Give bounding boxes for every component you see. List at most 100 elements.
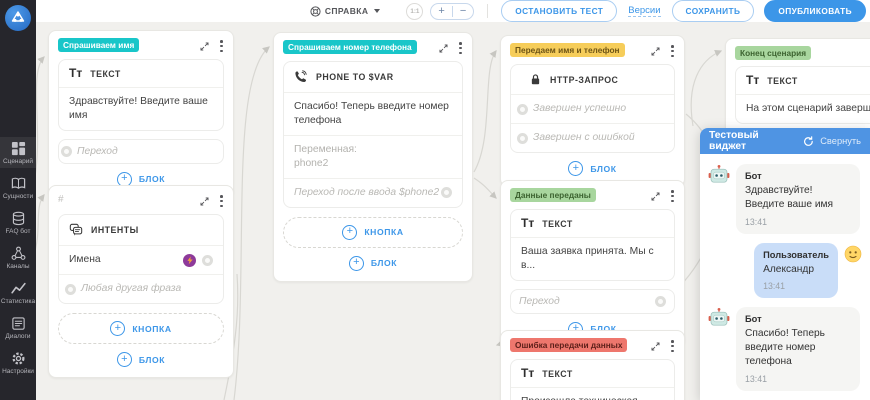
stop-test-button[interactable]: ОСТАНОВИТЬ ТЕСТ <box>501 0 617 22</box>
plus-icon <box>117 352 132 367</box>
card-type-label: ТЕКСТ <box>90 69 121 79</box>
app-logo[interactable] <box>5 5 31 31</box>
kebab-menu-icon[interactable] <box>670 339 675 353</box>
bot-message: Бот Здравствуйте! Введите ваше имя 13:41 <box>708 164 862 234</box>
message-author: Бот <box>745 171 851 181</box>
sidebar-item-settings[interactable]: Настройки <box>0 347 36 378</box>
transition-placeholder: Переход <box>519 296 560 307</box>
block-title-tag[interactable]: Конец сценария <box>735 46 811 60</box>
transition-placeholder: Переход после ввода $phone2 <box>294 186 439 200</box>
transition-port[interactable] <box>441 187 452 198</box>
zoom-in-button[interactable]: + <box>431 6 451 17</box>
result-error-row[interactable]: Завершен с ошибкой <box>511 123 674 152</box>
transition-placeholder: Переход <box>77 146 118 157</box>
sidebar-item-entities[interactable]: Сущности <box>0 172 36 203</box>
collapse-widget-link[interactable]: Свернуть <box>820 136 861 146</box>
text-type-icon: Тт <box>521 218 534 229</box>
sidebar-item-label: Статистика <box>1 298 35 305</box>
sidebar: Сценарий Сущности FAQ бот Каналы Статист… <box>0 0 36 400</box>
block-title-placeholder[interactable]: # <box>58 193 64 205</box>
block-title-tag[interactable]: Ошибка передачи данных <box>510 338 627 352</box>
block-intents[interactable]: # ИНТЕНТЫ Имена Любая другая фраза <box>48 185 234 378</box>
sidebar-item-statistics[interactable]: Статистика <box>0 277 36 308</box>
block-ask-name[interactable]: Спрашиваем имя Тт ТЕКСТ Здравствуйте! Вве… <box>48 30 234 198</box>
help-icon <box>310 6 321 17</box>
kebab-menu-icon[interactable] <box>670 44 675 58</box>
transition-input[interactable]: Переход <box>58 139 224 164</box>
block-title-tag[interactable]: Спрашиваем имя <box>58 38 139 52</box>
channels-nodes-icon <box>11 246 26 261</box>
message-text[interactable]: Ваша заявка принята. Мы с в... <box>511 237 674 280</box>
publish-button[interactable]: ОПУБЛИКОВАТЬ <box>764 0 866 22</box>
sidebar-item-channels[interactable]: Каналы <box>0 242 36 273</box>
test-widget-header[interactable]: Тестовый виджет Свернуть <box>700 128 870 154</box>
kebab-menu-icon[interactable] <box>219 194 224 208</box>
versions-link[interactable]: Версии <box>628 5 660 17</box>
message-text[interactable]: Здравствуйте! Введите ваше имя <box>59 87 223 130</box>
zoom-reset-button[interactable]: 1:1 <box>406 3 423 20</box>
sidebar-item-label: FAQ бот <box>6 228 31 235</box>
refresh-icon[interactable] <box>803 136 814 147</box>
zoom-out-button[interactable]: − <box>452 6 473 17</box>
transition-port[interactable] <box>517 104 528 115</box>
add-block-button[interactable]: БЛОК <box>283 248 463 273</box>
intent-row[interactable]: Имена <box>59 245 223 274</box>
save-button[interactable]: СОХРАНИТЬ <box>672 0 755 22</box>
expand-icon[interactable] <box>650 46 661 57</box>
add-button-button[interactable]: КНОПКА <box>283 217 463 248</box>
block-data-sent[interactable]: Данные переданы ТтТЕКСТ Ваша заявка прин… <box>500 180 685 348</box>
help-label: СПРАВКА <box>325 6 369 16</box>
message-time: 13:41 <box>745 217 851 227</box>
transition-input[interactable]: Переход <box>510 289 675 314</box>
transition-row[interactable]: Переход после ввода $phone2 <box>284 178 462 207</box>
card-type-label: ТЕКСТ <box>542 369 573 379</box>
message-text[interactable]: Спасибо! Теперь введите номер телефона <box>284 92 462 135</box>
variable-field[interactable]: Переменная: phone2 <box>284 135 462 178</box>
sidebar-item-faq-bot[interactable]: FAQ бот <box>0 207 36 238</box>
transition-port[interactable] <box>655 296 666 307</box>
transition-port[interactable] <box>61 146 72 157</box>
kebab-menu-icon[interactable] <box>458 41 463 55</box>
toolbar-divider <box>487 4 488 18</box>
block-title-tag[interactable]: Спрашиваем номер телефона <box>283 40 417 54</box>
block-ask-phone[interactable]: Спрашиваем номер телефона PHONE TO $VAR … <box>273 32 473 282</box>
sidebar-item-scenario[interactable]: Сценарий <box>0 137 36 168</box>
transition-port[interactable] <box>65 284 76 295</box>
help-menu[interactable]: СПРАВКА <box>310 6 381 17</box>
result-success-row[interactable]: Завершен успешно <box>511 94 674 123</box>
expand-icon[interactable] <box>650 191 661 202</box>
chat-log[interactable]: Бот Здравствуйте! Введите ваше имя 13:41… <box>700 154 870 400</box>
flow-canvas[interactable]: Спрашиваем имя Тт ТЕКСТ Здравствуйте! Вве… <box>36 22 870 400</box>
message-text[interactable]: На этом сценарий завершаетс <box>736 94 870 123</box>
plus-icon <box>568 161 583 176</box>
sidebar-item-label: Диалоги <box>5 333 30 340</box>
result-error-label: Завершен с ошибкой <box>533 131 635 145</box>
add-block-button[interactable]: БЛОК <box>58 344 224 369</box>
text-type-icon: Тт <box>521 368 534 379</box>
transition-port[interactable] <box>517 133 528 144</box>
block-title-tag[interactable]: Данные переданы <box>510 188 596 202</box>
add-button-button[interactable]: КНОПКА <box>58 313 224 344</box>
block-http-request[interactable]: Передаем имя и телефон HTTP-ЗАПРОС Завер… <box>500 35 685 187</box>
block-send-error[interactable]: Ошибка передачи данных Тт ТЕКСТ Произошла… <box>500 330 685 400</box>
fallback-row[interactable]: Любая другая фраза <box>59 274 223 303</box>
block-title-tag[interactable]: Передаем имя и телефон <box>510 43 625 57</box>
add-block-button[interactable]: БЛОК <box>510 153 675 178</box>
plus-icon <box>349 256 364 271</box>
chevron-down-icon <box>374 9 380 13</box>
kebab-menu-icon[interactable] <box>670 189 675 203</box>
text-type-icon: Тт <box>69 68 82 79</box>
expand-icon[interactable] <box>199 41 210 52</box>
fallback-placeholder: Любая другая фраза <box>81 282 181 296</box>
kebab-menu-icon[interactable] <box>219 39 224 53</box>
plus-icon <box>110 321 125 336</box>
expand-icon[interactable] <box>199 196 210 207</box>
sidebar-item-dialogs[interactable]: Диалоги <box>0 312 36 343</box>
intents-icon <box>69 223 83 237</box>
transition-port[interactable] <box>202 255 213 266</box>
scenario-grid-icon <box>11 141 26 156</box>
variable-label: Переменная: <box>294 143 452 157</box>
expand-icon[interactable] <box>650 341 661 352</box>
message-text[interactable]: Произошла техническая ошибк... <box>511 387 674 400</box>
expand-icon[interactable] <box>438 43 449 54</box>
